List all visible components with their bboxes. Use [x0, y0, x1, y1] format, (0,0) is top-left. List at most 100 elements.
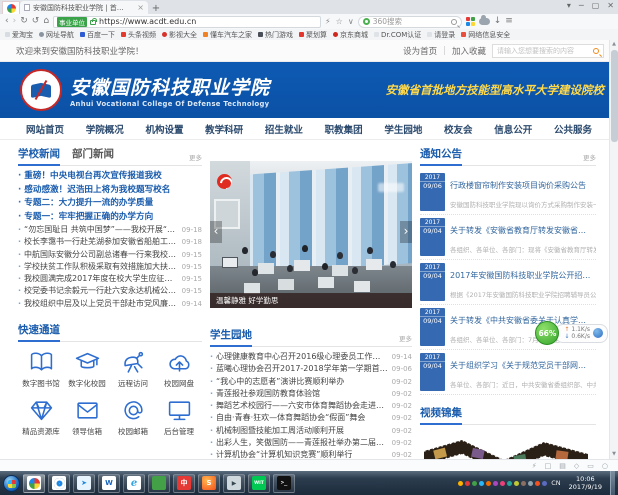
notice-item[interactable]: 201709/04 关于组织学习《关于规范党员干部网…各单位、各部门：近日，中共…	[420, 350, 596, 395]
add-favorite-link[interactable]: 加入收藏	[452, 45, 486, 57]
taskbar-app-dictionary[interactable]: 中	[173, 474, 195, 493]
nav-item-overview[interactable]: 学院概况	[86, 122, 124, 136]
news-more-link[interactable]: 更多	[189, 152, 202, 165]
set-homepage-link[interactable]: 设为首页	[403, 45, 437, 57]
carousel-prev-button[interactable]: ‹	[210, 221, 222, 243]
student-list-item[interactable]: 蓝曦心理协会召开2017-2018学年第一学期首次…09-06	[210, 363, 412, 375]
notices-more-link[interactable]: 更多	[583, 152, 596, 165]
scroll-thumb[interactable]	[611, 50, 618, 142]
quick-link-resource-bank[interactable]: 精品资源库	[18, 398, 64, 437]
news-headline[interactable]: 感动感激！迟浩田上将为我校题写校名	[18, 184, 202, 198]
taskbar-app-wps[interactable]: W	[98, 474, 120, 493]
news-list-item[interactable]: 学校扶贫工作队积极采取有效措施加大扶贫宣传…09-15	[18, 261, 202, 273]
bookmark-item[interactable]: 头条视频	[121, 30, 156, 40]
student-list-item[interactable]: 自由·青春·狂欢—体育舞蹈协会“假面”舞会09-02	[210, 412, 412, 424]
address-bar[interactable]: 事业单位 https://www.acdt.edu.cn	[53, 16, 321, 28]
tab-school-news[interactable]: 学校新闻	[18, 146, 60, 166]
bookmark-item[interactable]: 京东商城	[333, 30, 368, 40]
bookmark-item[interactable]: 懂车汽车之家	[203, 30, 252, 40]
student-more-link[interactable]: 更多	[399, 333, 412, 346]
tray-icons[interactable]	[458, 481, 463, 486]
student-list-item[interactable]: “我心中的志愿者”演讲比赛顺利举办09-02	[210, 376, 412, 388]
refresh-icon[interactable]: ↻	[20, 17, 28, 26]
network-speed-widget[interactable]: 66% ↑ 1.1K/s ↓ 0.6K/s	[535, 321, 608, 345]
news-list-item[interactable]: 我校组织中层及以上党员干部赴市党风廉政教育…09-14	[18, 298, 202, 310]
memory-percent-ball[interactable]: 66%	[535, 321, 559, 345]
media-mute-icon[interactable]: ◇	[574, 462, 579, 470]
student-list-item[interactable]: 计算机协会“计算机知识竞赛”顺利举行09-02	[210, 449, 412, 459]
taskbar-app-videoplayer[interactable]: ▶	[223, 474, 245, 493]
site-search-input[interactable]	[497, 47, 590, 55]
bookmark-item[interactable]: 影视大全	[162, 30, 197, 40]
language-indicator[interactable]: CN	[551, 479, 560, 487]
bookmark-item[interactable]: 热门游戏	[258, 30, 293, 40]
college-logo[interactable]	[20, 69, 62, 111]
taskbar-app-wit[interactable]: WIT	[248, 474, 270, 493]
browser-search-box[interactable]: 360搜索	[358, 16, 462, 28]
speed-mode-icon[interactable]: ⚡	[325, 17, 331, 26]
news-list-item[interactable]: “勿忘国耻日 共筑中国梦”——我校开展“九…09-18	[18, 224, 202, 236]
nav-item-students[interactable]: 学生园地	[384, 122, 422, 136]
bookmark-item[interactable]: 网址导航	[39, 30, 74, 40]
taskbar-app-thunder[interactable]: ➤	[73, 474, 95, 493]
quick-link-digital-campus[interactable]: 数字化校园	[64, 350, 110, 389]
student-list-item[interactable]: 出彩人生，笑傲国防——青莲报社举办第二届…09-02	[210, 437, 412, 449]
bookmark-item[interactable]: 聚划算	[299, 30, 327, 40]
tab-close-icon[interactable]: ×	[137, 3, 144, 12]
scroll-down-icon[interactable]: ▼	[612, 450, 616, 458]
film-strip-image[interactable]	[420, 433, 592, 459]
dropdown-chevron-icon[interactable]: ∨	[348, 17, 354, 26]
nav-item-orgs[interactable]: 机构设置	[145, 122, 183, 136]
nav-item-home[interactable]: 网站首页	[26, 122, 64, 136]
carousel-next-button[interactable]: ›	[400, 221, 412, 243]
notice-item[interactable]: 201709/04 关于转发《安徽省教育厅转发安徽省…各组织、各单位、各部门：现…	[420, 215, 596, 260]
site-search-icon[interactable]	[593, 48, 599, 54]
taskbar-clock[interactable]: 10:06 2017/9/19	[565, 475, 606, 491]
boost-icon[interactable]: ⚡	[532, 462, 537, 470]
show-desktop-button[interactable]	[610, 471, 615, 495]
scroll-up-icon[interactable]: ▲	[612, 40, 616, 48]
vertical-scrollbar[interactable]: ▲ ▼	[609, 40, 618, 459]
student-list-item[interactable]: 机械制图暨技能加工周活动顺利开展09-02	[210, 425, 412, 437]
clipboard-icon[interactable]: ▤	[559, 462, 566, 470]
bookmark-item[interactable]: Dr.COM认证	[374, 30, 421, 40]
forward-icon[interactable]: ›	[13, 17, 17, 26]
bookmark-item[interactable]: 百度一下	[80, 30, 115, 40]
nav-item-disclosure[interactable]: 信息公开	[494, 122, 532, 136]
student-list-item[interactable]: 心理健康教育中心召开2016级心理委员工作例…09-14	[210, 351, 412, 363]
url-text[interactable]: https://www.acdt.edu.cn	[99, 17, 196, 26]
browser-tab[interactable]: 安徽国防科技职业学院 | 首… ×	[20, 1, 148, 14]
quick-link-leader-mailbox[interactable]: 领导信箱	[64, 398, 110, 437]
quick-link-remote-access[interactable]: 远程访问	[110, 350, 156, 389]
news-headline[interactable]: 重磅！中央电视台再次宣传报道我校	[18, 170, 202, 184]
student-list-item[interactable]: 舞蹈艺术校园行——六安市体育舞蹈协会走进…09-02	[210, 400, 412, 412]
maximize-button[interactable]: ▢	[592, 1, 600, 10]
home-icon[interactable]: ⌂	[43, 17, 49, 26]
close-button[interactable]: ✕	[607, 1, 614, 10]
nav-item-vocational-group[interactable]: 职教集团	[325, 122, 363, 136]
notice-item[interactable]: 201709/04 2017年安徽国防科技职业学院公开招…根据《2017年安徽国…	[420, 260, 596, 305]
tab-dept-news[interactable]: 部门新闻	[72, 146, 114, 166]
nav-item-services[interactable]: 公共服务	[554, 122, 592, 136]
quick-link-campus-mail[interactable]: 校园邮箱	[110, 398, 156, 437]
bookmark-item[interactable]: 请登录	[427, 30, 455, 40]
taskbar-app-sogou[interactable]: S	[198, 474, 220, 493]
tab-title[interactable]: 安徽国防科技职业学院 | 首…	[33, 3, 134, 13]
zoom-icon[interactable]: ○	[602, 462, 608, 470]
taskbar-app-360browser[interactable]	[23, 474, 45, 493]
menu-icon[interactable]: ≡	[505, 17, 513, 26]
quick-link-admin-backend[interactable]: 后台管理	[156, 398, 202, 437]
skin-icon[interactable]: ▾	[567, 1, 571, 10]
student-list-item[interactable]: 青莲报社参观国防教育体验馆09-02	[210, 388, 412, 400]
taskbar-app-ie[interactable]: e	[123, 474, 145, 493]
cloud-sync-icon[interactable]	[479, 18, 490, 25]
news-list-item[interactable]: 我校圆满完成2017年度在校大学生应征入伍工作09-15	[18, 273, 202, 285]
nav-item-teaching[interactable]: 教学科研	[205, 122, 243, 136]
news-list-item[interactable]: 校长李霭书一行赴芜湖参加安徽省船舶工业产学…09-18	[18, 236, 202, 248]
taskbar-app-chrome[interactable]	[48, 474, 70, 493]
quick-link-digital-library[interactable]: 数字图书馆	[18, 350, 64, 389]
student-title[interactable]: 学生园地	[210, 327, 252, 347]
rocket-boost-icon[interactable]	[593, 328, 603, 338]
taskbar-app-terminal[interactable]: >_	[273, 474, 295, 493]
start-button[interactable]	[3, 475, 20, 492]
